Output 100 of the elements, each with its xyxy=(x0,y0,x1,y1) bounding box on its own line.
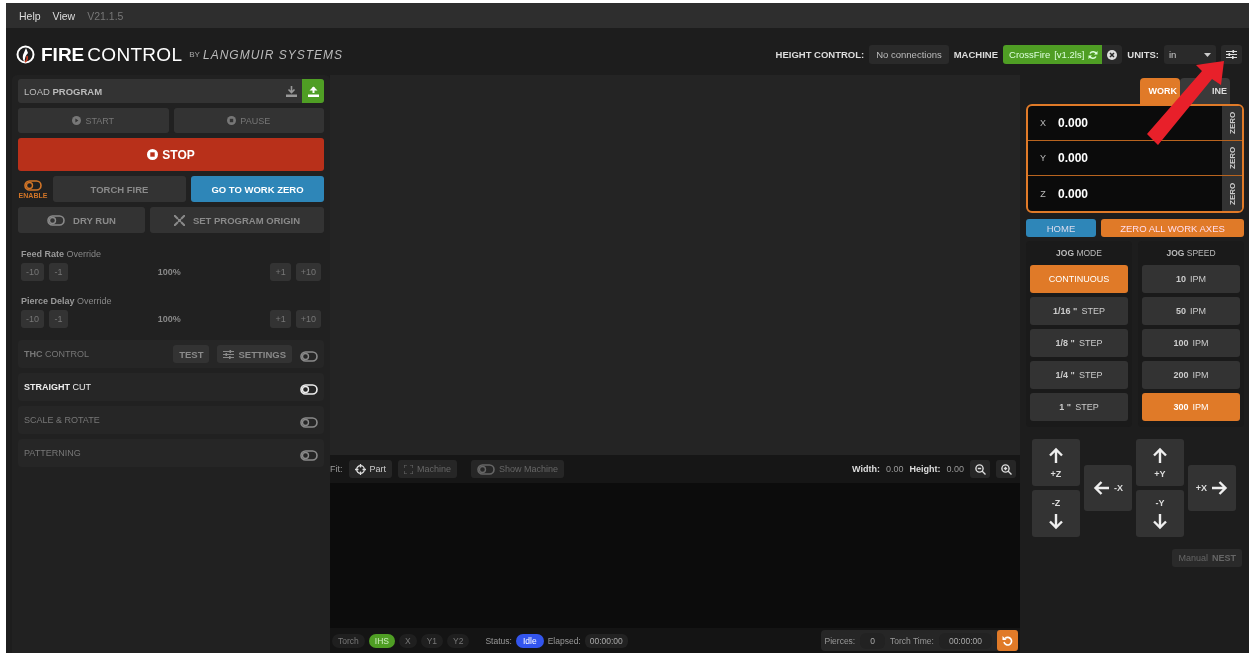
settings-button[interactable]: SETTINGS xyxy=(217,345,292,363)
arrow-icon xyxy=(1048,446,1064,463)
load-program-bar[interactable]: LOAD PROGRAM xyxy=(18,79,324,103)
play-icon xyxy=(72,116,82,125)
axis-label: Z xyxy=(1039,188,1047,199)
height-label: Height: xyxy=(909,464,941,474)
width-value: 0.00 xyxy=(885,464,904,474)
width-label: Width: xyxy=(852,464,880,474)
axis-chip: IHS xyxy=(368,633,395,648)
jog-mode-option[interactable]: 1/4 " STEP xyxy=(1030,361,1128,389)
units-label: UNITS: xyxy=(1127,49,1159,60)
machine-badge: CrossFire [v1.2ls] xyxy=(1003,45,1103,64)
axis-label: Y xyxy=(1039,153,1047,163)
test-button[interactable]: TEST xyxy=(173,345,210,363)
jog-mode-option[interactable]: 1 " STEP xyxy=(1030,393,1128,421)
option-label: STRAIGHT CUT xyxy=(24,382,92,392)
settings-icon xyxy=(223,349,235,359)
override-value: 100% xyxy=(156,267,182,277)
pause-icon xyxy=(227,116,237,125)
coordinate-value: 0.000 xyxy=(1058,116,1090,130)
override-subtitle: Override xyxy=(77,296,112,306)
jog-speed-option[interactable]: 100 IPM xyxy=(1142,329,1240,357)
close-icon xyxy=(1107,49,1118,60)
reset-button[interactable] xyxy=(997,630,1018,651)
arrow-icon xyxy=(1093,480,1109,496)
axis-label: X xyxy=(1039,118,1047,128)
zoom-in-icon xyxy=(1000,463,1012,475)
set-program-origin-button[interactable]: SET PROGRAM ORIGIN xyxy=(150,207,324,233)
axis-chip: Torch xyxy=(332,633,365,648)
jog-title: JOG SPEED xyxy=(1165,247,1217,260)
zero-button[interactable]: ZERO xyxy=(1222,141,1242,175)
override-value: 100% xyxy=(156,314,182,324)
toggle-switch[interactable] xyxy=(47,214,66,226)
menu-item[interactable]: Help xyxy=(19,9,41,22)
jog-button[interactable]: +Y xyxy=(1136,439,1184,486)
height-control-status: No connections xyxy=(869,45,949,64)
jog-button[interactable]: -Y xyxy=(1136,490,1184,537)
download-icon xyxy=(286,85,297,97)
menu-item[interactable]: View xyxy=(52,9,76,22)
undo-icon xyxy=(1002,635,1013,646)
home-button[interactable]: HOME xyxy=(1026,219,1096,237)
status-badge: Idle xyxy=(515,633,544,648)
dry-run-button[interactable]: DRY RUN xyxy=(18,207,145,233)
torch-fire-button[interactable]: TORCH FIRE xyxy=(53,176,186,202)
zero-button[interactable]: ZERO xyxy=(1222,176,1242,211)
arrow-icon xyxy=(1152,513,1168,530)
upload-button[interactable] xyxy=(302,79,324,103)
toggle-switch[interactable] xyxy=(300,417,318,428)
logo-icon xyxy=(16,45,35,64)
stop-icon xyxy=(147,149,159,160)
fit-frame-icon xyxy=(404,464,413,474)
zoom-in-button[interactable] xyxy=(996,460,1016,478)
coordinate-value: 0.000 xyxy=(1058,186,1090,201)
jog-button[interactable]: +Z xyxy=(1032,439,1080,486)
arrow-icon xyxy=(1212,480,1229,496)
jog-speed-option[interactable]: 50 IPM xyxy=(1142,297,1240,325)
logo-fire: FIRE xyxy=(41,43,85,66)
origin-icon xyxy=(173,214,185,226)
jog-mode-option[interactable]: 1/16 " STEP xyxy=(1030,297,1128,325)
toggle-switch[interactable] xyxy=(477,463,496,475)
pierces-label: Pierces: xyxy=(824,635,856,646)
toggle-switch[interactable] xyxy=(300,351,318,362)
jog-speed-option[interactable]: 10 IPM xyxy=(1142,265,1240,293)
stop-button[interactable]: STOP xyxy=(18,138,324,171)
override-subtitle: Override xyxy=(66,249,102,259)
zoom-out-icon xyxy=(974,463,986,475)
logo-by: BY xyxy=(189,50,200,59)
units-dropdown[interactable]: in xyxy=(1164,45,1216,64)
jog-speed-option[interactable]: 200 IPM xyxy=(1142,361,1240,389)
axis-chip: Y2 xyxy=(447,633,470,648)
logo-company: LANGMUIR SYSTEMS xyxy=(202,47,343,62)
toggle-switch[interactable] xyxy=(300,450,318,461)
refresh-icon xyxy=(1088,49,1099,60)
jog-button[interactable]: -Z xyxy=(1032,490,1080,537)
machine-label: MACHINE xyxy=(953,49,999,60)
height-control-label: HEIGHT CONTROL: xyxy=(775,49,865,60)
height-value: 0.00 xyxy=(946,464,964,474)
pierces-count: 0 xyxy=(860,632,885,649)
settings-button[interactable] xyxy=(1221,45,1242,64)
coordinate-value: 0.000 xyxy=(1058,151,1090,165)
jog-button[interactable]: -X xyxy=(1084,465,1132,511)
option-label: SCALE & ROTATE xyxy=(24,415,101,425)
logo-control: CONTROL xyxy=(87,43,183,66)
torch-time: 00:00:00 xyxy=(938,632,992,649)
elapsed-label: Elapsed: xyxy=(547,635,581,646)
disconnect-button[interactable] xyxy=(1102,45,1123,64)
override-title: Feed Rate xyxy=(21,249,64,259)
jog-button[interactable]: +X xyxy=(1188,465,1236,511)
zoom-out-button[interactable] xyxy=(970,460,990,478)
go-to-work-zero-button[interactable]: GO TO WORK ZERO xyxy=(191,176,324,202)
toggle-switch[interactable] xyxy=(24,179,42,191)
arrow-icon xyxy=(1048,513,1064,530)
fit-part-button[interactable]: Part xyxy=(348,460,392,478)
option-label: PATTERNING xyxy=(24,448,82,458)
version-label: V21.1.5 xyxy=(87,9,124,22)
zero-button[interactable]: ZERO xyxy=(1222,106,1242,140)
jog-mode-option[interactable]: 1/8 " STEP xyxy=(1030,329,1128,357)
option-label: THC CONTROL xyxy=(24,349,90,359)
jog-title: JOG MODE xyxy=(1055,247,1103,260)
crosshair-icon xyxy=(354,463,366,475)
